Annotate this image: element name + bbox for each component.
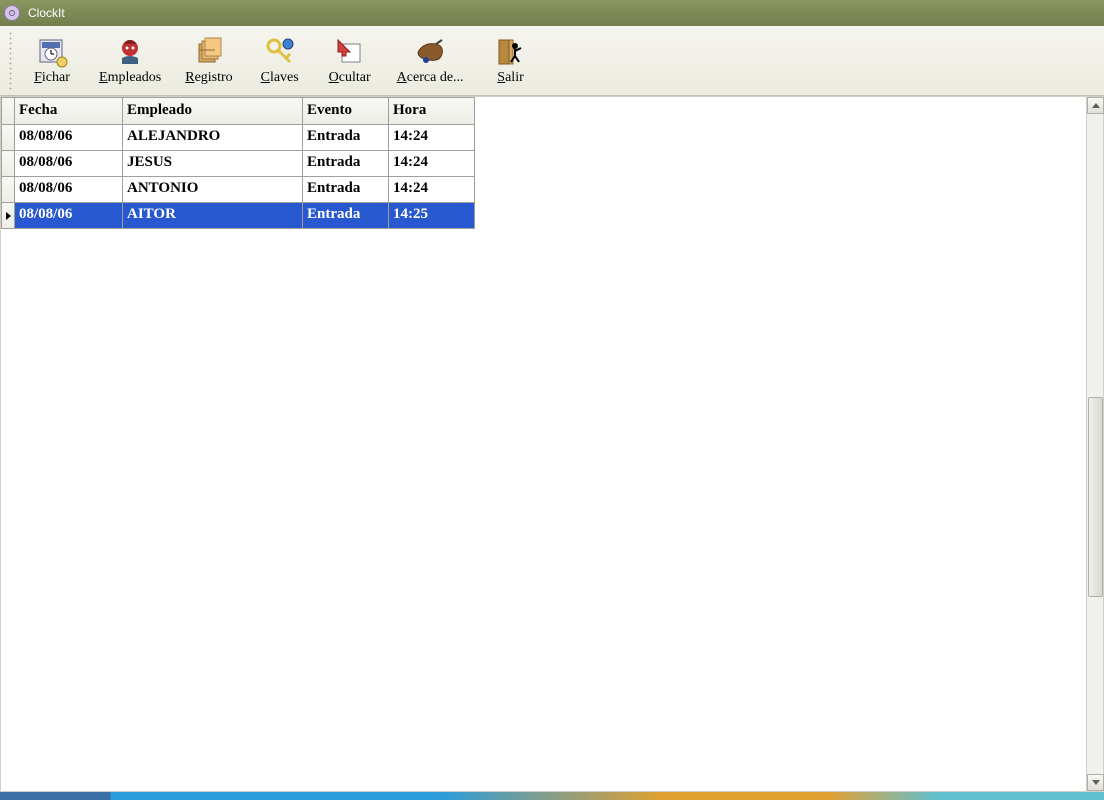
column-header-hora[interactable]: Hora	[389, 97, 475, 125]
fichar-button[interactable]: Fichar	[17, 29, 87, 93]
row-indicator	[1, 177, 15, 203]
column-header-empleado[interactable]: Empleado	[123, 97, 303, 125]
cell-empleado: AITOR	[123, 203, 303, 229]
toolbar-label: Empleados	[99, 70, 161, 86]
toolbar-grip	[8, 31, 13, 91]
cell-empleado: ANTONIO	[123, 177, 303, 203]
salir-button[interactable]: Salir	[476, 29, 546, 93]
row-indicator	[1, 203, 15, 229]
window-title: ClockIt	[28, 6, 65, 20]
cell-fecha: 08/08/06	[15, 177, 123, 203]
toolbar-label: Acerca de...	[397, 70, 464, 86]
cell-evento: Entrada	[303, 151, 389, 177]
table-row[interactable]: 08/08/06 AITOR Entrada 14:25	[1, 203, 475, 229]
cell-fecha: 08/08/06	[15, 151, 123, 177]
toolbar-label: Fichar	[34, 70, 70, 86]
cell-hora: 14:24	[389, 151, 475, 177]
cell-evento: Entrada	[303, 177, 389, 203]
about-icon	[414, 36, 446, 68]
vertical-scrollbar[interactable]	[1086, 97, 1103, 791]
main-toolbar: Fichar Empleados Registro	[0, 26, 1104, 96]
toolbar-label: Salir	[497, 70, 523, 86]
toolbar-label: Claves	[261, 70, 299, 86]
window-titlebar: ClockIt	[0, 0, 1104, 26]
content-area: Fecha Empleado Evento Hora 08/08/06 ALEJ…	[0, 96, 1104, 792]
cell-hora: 14:24	[389, 125, 475, 151]
scroll-thumb[interactable]	[1088, 397, 1103, 597]
cell-evento: Entrada	[303, 125, 389, 151]
app-icon	[4, 5, 20, 21]
acerca-button[interactable]: Acerca de...	[385, 29, 476, 93]
cell-empleado: JESUS	[123, 151, 303, 177]
toolbar-label: Registro	[185, 70, 232, 86]
toolbar-label: Ocultar	[329, 70, 371, 86]
arrow-up-icon	[1092, 103, 1100, 108]
claves-button[interactable]: Claves	[245, 29, 315, 93]
empleados-button[interactable]: Empleados	[87, 29, 173, 93]
hide-icon	[334, 36, 366, 68]
cell-hora: 14:25	[389, 203, 475, 229]
table-row[interactable]: 08/08/06 ALEJANDRO Entrada 14:24	[1, 125, 475, 151]
exit-icon	[495, 36, 527, 68]
taskbar-strip	[0, 792, 1104, 800]
arrow-down-icon	[1092, 780, 1100, 785]
table-row[interactable]: 08/08/06 JESUS Entrada 14:24	[1, 151, 475, 177]
cell-fecha: 08/08/06	[15, 203, 123, 229]
table-row[interactable]: 08/08/06 ANTONIO Entrada 14:24	[1, 177, 475, 203]
clock-in-icon	[36, 36, 68, 68]
data-grid[interactable]: Fecha Empleado Evento Hora 08/08/06 ALEJ…	[1, 97, 475, 791]
cell-hora: 14:24	[389, 177, 475, 203]
registro-button[interactable]: Registro	[173, 29, 244, 93]
current-row-arrow-icon	[6, 212, 11, 220]
column-header-fecha[interactable]: Fecha	[15, 97, 123, 125]
cell-evento: Entrada	[303, 203, 389, 229]
grid-header-row: Fecha Empleado Evento Hora	[1, 97, 475, 125]
registry-icon	[193, 36, 225, 68]
keys-icon	[264, 36, 296, 68]
column-header-evento[interactable]: Evento	[303, 97, 389, 125]
row-indicator-header	[1, 97, 15, 125]
row-indicator	[1, 151, 15, 177]
cell-empleado: ALEJANDRO	[123, 125, 303, 151]
cell-fecha: 08/08/06	[15, 125, 123, 151]
scroll-up-button[interactable]	[1087, 97, 1104, 114]
employees-icon	[114, 36, 146, 68]
ocultar-button[interactable]: Ocultar	[315, 29, 385, 93]
row-indicator	[1, 125, 15, 151]
scroll-down-button[interactable]	[1087, 774, 1104, 791]
